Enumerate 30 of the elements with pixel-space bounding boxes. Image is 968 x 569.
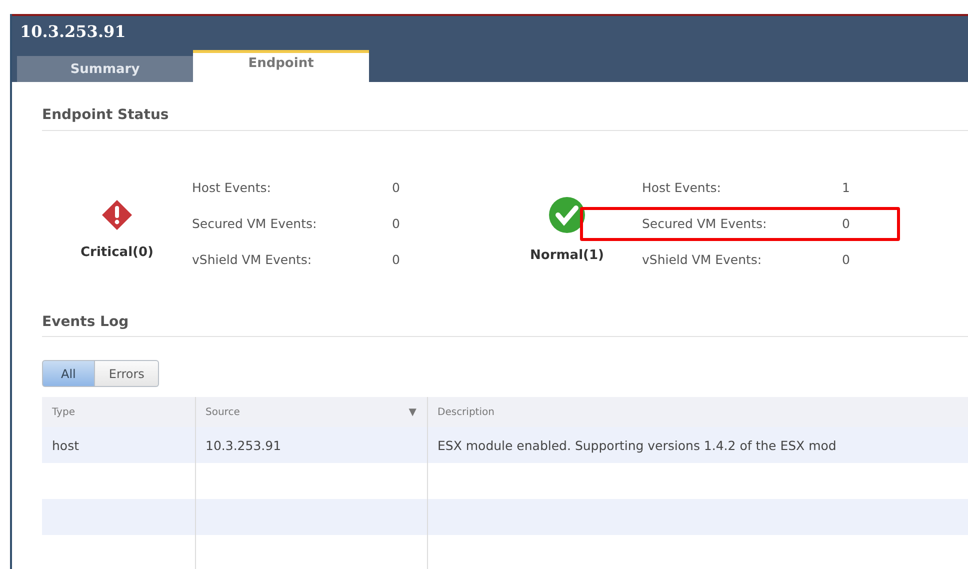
event-count-label: vShield VM Events: — [192, 252, 313, 266]
status-label: Critical(0) — [80, 244, 154, 260]
event-count: 1 — [842, 180, 851, 194]
event-count: 0 — [392, 216, 401, 230]
table-cell: ESX module enabled. Supporting versions 1.4.2 of the ESX mod — [438, 438, 836, 452]
event-count: 0 — [392, 180, 401, 194]
window-title: 10.3.253.91 — [19, 21, 127, 41]
event-count-label: Host Events: — [192, 180, 272, 194]
section-heading: Endpoint Status — [42, 107, 169, 123]
filter-button[interactable]: Errors — [94, 360, 160, 387]
filter-button[interactable]: All — [42, 360, 95, 387]
sort-icon[interactable]: ▼ — [408, 406, 416, 418]
event-count-label: Host Events: — [642, 180, 722, 194]
event-count-label: Secured VM Events: — [192, 216, 318, 230]
column-header[interactable]: Description — [438, 406, 494, 418]
tab[interactable]: Endpoint — [193, 50, 369, 82]
section-heading: Events Log — [42, 314, 129, 330]
event-count: 0 — [392, 252, 401, 266]
check-circle-icon — [548, 196, 586, 234]
table-cell: 10.3.253.91 — [206, 438, 282, 452]
event-count-label: Secured VM Events: — [642, 216, 768, 230]
event-count: 0 — [842, 252, 851, 266]
column-header[interactable]: Type — [52, 406, 75, 418]
status-label: Normal(1) — [530, 248, 604, 262]
event-count: 0 — [842, 216, 851, 230]
tab[interactable]: Summary — [17, 56, 193, 82]
event-count-label: vShield VM Events: — [642, 252, 763, 266]
column-header[interactable]: Source — [206, 406, 240, 418]
table-cell: host — [52, 438, 79, 452]
warning-diamond-icon — [101, 198, 133, 230]
